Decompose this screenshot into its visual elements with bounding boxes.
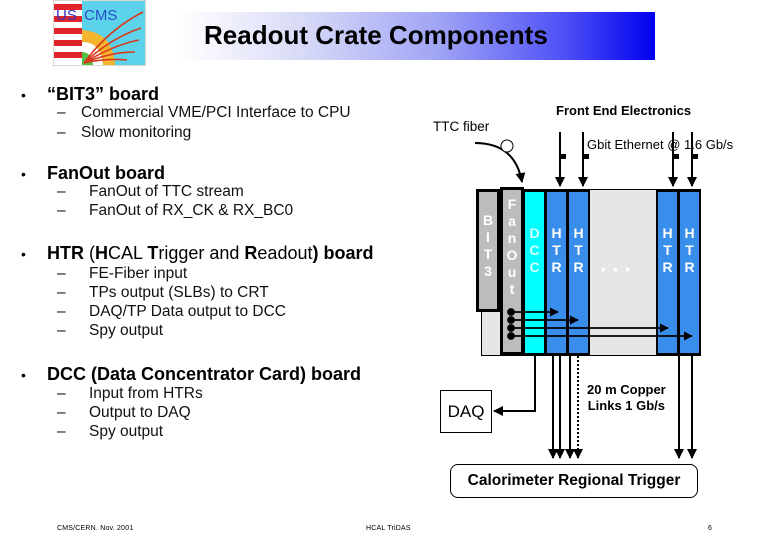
copper-links-label: 20 m Copper Links 1 Gb/s	[587, 382, 666, 414]
ttc-fiber-arrow	[474, 142, 526, 183]
daq-box: DAQ	[440, 390, 492, 433]
copper-label-line: 20 m Copper	[587, 382, 666, 397]
daq-label: DAQ	[447, 401, 485, 421]
dcc-to-daq-arrow	[493, 356, 536, 416]
fanout-distribution-lines	[507, 307, 693, 341]
calorimeter-regional-trigger-box: Calorimeter Regional Trigger	[450, 464, 698, 498]
diagram-connections	[474, 132, 698, 459]
connector-icons	[560, 154, 698, 159]
front-end-input-arrows	[555, 132, 697, 187]
crt-label: Calorimeter Regional Trigger	[467, 472, 681, 489]
copper-label-line: Links 1 Gb/s	[587, 398, 666, 413]
fiber-loop-icon	[500, 139, 514, 153]
footer-center: HCAL TriDAS	[366, 525, 411, 532]
page-number: 6	[708, 525, 713, 532]
footer-left: CMS/CERN. Nov. 2001	[57, 525, 134, 532]
